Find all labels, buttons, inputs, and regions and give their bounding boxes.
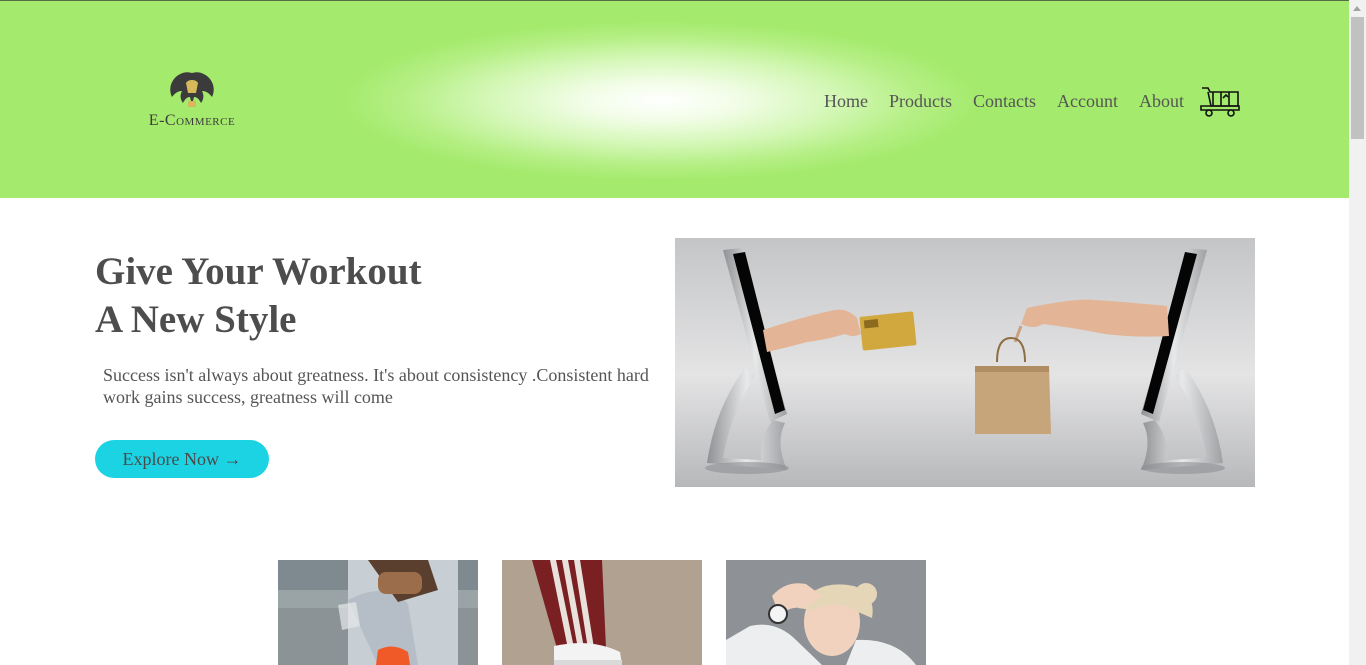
site-header: E-Commerce Home Products Contacts Accoun… <box>0 0 1349 198</box>
product-thumb-track-pants[interactable] <box>502 560 702 665</box>
page: E-Commerce Home Products Contacts Accoun… <box>0 0 1349 665</box>
hero-image <box>675 238 1255 487</box>
main-nav: Home Products Contacts Account About <box>824 81 1241 121</box>
explore-now-button[interactable]: Explore Now → <box>95 440 269 478</box>
nav-home[interactable]: Home <box>824 91 868 112</box>
nav-account[interactable]: Account <box>1057 91 1118 112</box>
nav-about[interactable]: About <box>1139 91 1184 112</box>
nav-contacts[interactable]: Contacts <box>973 91 1036 112</box>
hero-title: Give Your Workout A New Style <box>95 250 422 341</box>
hero-text: Success isn't always about greatness. It… <box>103 365 649 407</box>
vertical-scrollbar[interactable] <box>1349 0 1366 665</box>
scroll-up-icon[interactable] <box>1353 6 1361 11</box>
eagle-logo-icon <box>170 72 214 107</box>
scrollbar-thumb[interactable] <box>1351 17 1364 139</box>
nav-products[interactable]: Products <box>889 91 952 112</box>
shopping-cart-icon[interactable] <box>1199 84 1241 118</box>
logo[interactable]: E-Commerce <box>137 67 247 133</box>
product-thumb-athlete[interactable] <box>726 560 926 665</box>
product-thumb-jeans[interactable] <box>278 560 478 665</box>
logo-text: E-Commerce <box>148 112 236 129</box>
